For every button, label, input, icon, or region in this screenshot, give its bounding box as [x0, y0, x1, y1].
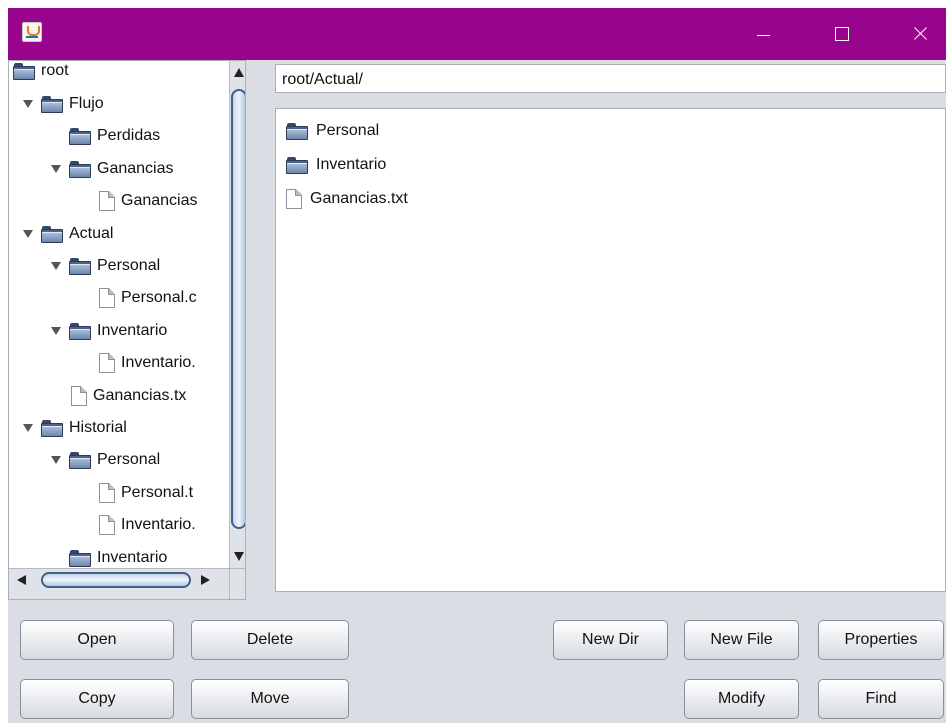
file-list: Personal Inventario Ganancias.txt	[275, 108, 946, 592]
folder-icon	[69, 160, 91, 178]
delete-button[interactable]: Delete	[191, 620, 349, 660]
tree-item-label: Inventario.	[121, 516, 196, 533]
horizontal-scroll-thumb[interactable]	[41, 572, 191, 588]
expand-toggle-icon[interactable]	[51, 327, 61, 335]
folder-icon	[69, 257, 91, 275]
tree-item-ganancias[interactable]: Ganancias	[51, 154, 174, 184]
tree-item-personal-file[interactable]: Personal.c	[99, 283, 197, 313]
folder-icon	[41, 225, 63, 243]
file-manager-window: root Flujo Perdidas Ganancias Ganancias	[8, 8, 946, 723]
list-item-label: Inventario	[316, 156, 387, 173]
file-icon	[286, 189, 302, 209]
minimize-icon[interactable]	[740, 8, 786, 60]
list-item[interactable]: Inventario	[286, 150, 386, 180]
properties-button[interactable]: Properties	[818, 620, 944, 660]
tree-vertical-scrollbar[interactable]	[229, 61, 245, 568]
tree-item-label: Historial	[69, 419, 127, 436]
tree-item-label: Ganancias.tx	[93, 387, 187, 404]
expand-toggle-icon[interactable]	[51, 262, 61, 270]
tree-item-perdidas[interactable]: Perdidas	[69, 121, 160, 151]
scroll-left-icon[interactable]	[17, 575, 26, 585]
tree-item-label: Inventario	[97, 549, 168, 566]
maximize-icon[interactable]	[818, 8, 864, 60]
open-button[interactable]: Open	[20, 620, 174, 660]
scrollbar-corner	[229, 568, 245, 599]
tree-item-label: Ganancias	[121, 192, 198, 209]
tree-item-root[interactable]: root	[13, 61, 69, 86]
move-button[interactable]: Move	[191, 679, 349, 719]
tree-item-historial-personal-file[interactable]: Personal.t	[99, 478, 193, 508]
close-icon[interactable]	[896, 8, 942, 60]
folder-icon	[69, 127, 91, 145]
file-icon	[99, 515, 115, 535]
copy-button[interactable]: Copy	[20, 679, 174, 719]
list-item-label: Ganancias.txt	[310, 190, 408, 207]
title-bar[interactable]	[8, 8, 946, 60]
scroll-right-icon[interactable]	[201, 575, 210, 585]
tree-item-inventario[interactable]: Inventario	[51, 316, 167, 346]
folder-icon	[69, 451, 91, 469]
tree-item-label: Perdidas	[97, 127, 161, 144]
tree-horizontal-scrollbar[interactable]	[9, 568, 229, 599]
find-button[interactable]: Find	[818, 679, 944, 719]
tree-item-actual[interactable]: Actual	[23, 219, 113, 249]
tree-item-label: Actual	[69, 225, 114, 242]
list-item[interactable]: Personal	[286, 116, 379, 146]
folder-icon	[69, 322, 91, 340]
folder-icon	[286, 122, 308, 140]
tree-item-label: Ganancias	[97, 160, 174, 177]
expand-toggle-icon[interactable]	[23, 424, 33, 432]
tree-item-label: Personal.t	[121, 484, 194, 501]
folder-icon	[286, 156, 308, 174]
new-file-button[interactable]: New File	[684, 620, 799, 660]
tree-item-ganancias-file[interactable]: Ganancias	[99, 186, 198, 216]
tree-item-label: root	[41, 62, 69, 79]
tree-item-label: Personal.c	[121, 289, 197, 306]
new-dir-button[interactable]: New Dir	[553, 620, 668, 660]
tree-item-historial[interactable]: Historial	[23, 413, 127, 443]
tree-item-ganancias-txt[interactable]: Ganancias.tx	[71, 381, 186, 411]
path-input[interactable]: root/Actual/	[275, 64, 946, 93]
tree-item-label: Personal	[97, 451, 161, 468]
tree-item-historial-personal[interactable]: Personal	[51, 445, 160, 475]
folder-icon	[41, 95, 63, 113]
folder-icon	[13, 62, 35, 80]
tree-item-label: Personal	[97, 257, 161, 274]
tree-item-flujo[interactable]: Flujo	[23, 89, 104, 119]
scroll-up-icon[interactable]	[234, 68, 244, 77]
tree-item-label: Flujo	[69, 95, 104, 112]
list-item[interactable]: Ganancias.txt	[286, 184, 408, 214]
directory-tree: root Flujo Perdidas Ganancias Ganancias	[8, 60, 246, 600]
folder-icon	[41, 419, 63, 437]
file-icon	[71, 386, 87, 406]
modify-button[interactable]: Modify	[684, 679, 799, 719]
tree-item-label: Inventario.	[121, 354, 196, 371]
expand-toggle-icon[interactable]	[51, 456, 61, 464]
java-app-icon	[22, 22, 42, 42]
expand-toggle-icon[interactable]	[23, 230, 33, 238]
vertical-scroll-thumb[interactable]	[231, 89, 245, 529]
list-item-label: Personal	[316, 122, 380, 139]
folder-icon	[69, 549, 91, 567]
file-icon	[99, 191, 115, 211]
tree-item-historial-inventario-file[interactable]: Inventario.	[99, 510, 196, 540]
tree-item-personal[interactable]: Personal	[51, 251, 160, 281]
file-icon	[99, 288, 115, 308]
file-icon	[99, 353, 115, 373]
expand-toggle-icon[interactable]	[23, 100, 33, 108]
file-icon	[99, 483, 115, 503]
tree-item-inventario-file[interactable]: Inventario.	[99, 348, 196, 378]
scroll-down-icon[interactable]	[234, 552, 244, 561]
tree-item-label: Inventario	[97, 322, 168, 339]
expand-toggle-icon[interactable]	[51, 165, 61, 173]
